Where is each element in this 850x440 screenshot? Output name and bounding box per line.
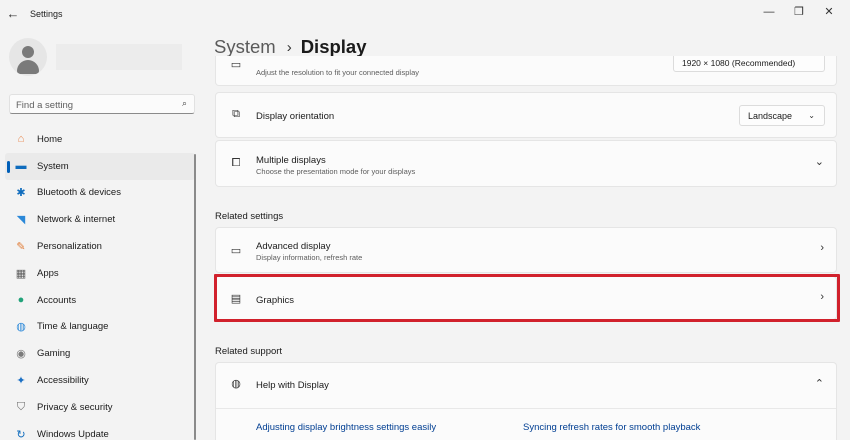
orientation-value: Landscape [748, 111, 793, 121]
profile-name-placeholder [56, 44, 182, 70]
sidebar-item-label: Gaming [37, 348, 71, 360]
sidebar-item-label: Windows Update [37, 428, 109, 440]
app-title: Settings [30, 9, 63, 19]
chevron-right-icon: › [820, 291, 824, 303]
graphics-card-icon: ▤ [230, 293, 242, 305]
apps-icon: ▦ [15, 267, 27, 280]
graphics-title: Graphics [256, 295, 295, 306]
help-link-brightness[interactable]: Adjusting display brightness settings ea… [256, 422, 436, 433]
brush-icon: ✎ [16, 241, 26, 254]
sidebar-item-personalization[interactable]: ✎ Personalization [0, 233, 197, 260]
breadcrumb: System › Display [214, 36, 367, 58]
sidebar-item-label: Accessibility [37, 375, 89, 387]
update-icon: ↻ [16, 428, 26, 440]
sidebar-item-windows-update[interactable]: ↻ Windows Update [0, 421, 197, 440]
search-input[interactable] [10, 96, 170, 115]
related-settings-heading: Related settings [215, 211, 284, 222]
globe-icon: ◍ [16, 321, 26, 334]
sidebar-item-gaming[interactable]: ◉ Gaming [0, 340, 197, 367]
avatar[interactable] [9, 38, 47, 76]
accessibility-icon: ✦ [16, 375, 26, 388]
resolution-subtitle: Adjust the resolution to fit your connec… [256, 68, 420, 77]
sidebar-item-time-language[interactable]: ◍ Time & language [0, 314, 197, 341]
sidebar-item-system[interactable]: ▬ System [5, 152, 195, 180]
chevron-down-icon[interactable]: ⌄ [815, 155, 824, 168]
multiple-displays-icon: ⧠ [231, 157, 241, 169]
wifi-icon: ◥ [16, 214, 26, 227]
multiple-displays-card[interactable]: ⧠ Multiple displays Choose the presentat… [215, 140, 837, 187]
resolution-icon: ▭ [230, 59, 242, 71]
sidebar-item-label: Accounts [37, 294, 77, 306]
sidebar-item-label: Privacy & security [37, 401, 113, 413]
advanced-display-title: Advanced display [256, 241, 331, 252]
multiple-displays-title: Multiple displays [256, 155, 326, 166]
sidebar-item-home[interactable]: ⌂ Home [0, 126, 197, 153]
orientation-title: Display orientation [256, 111, 335, 122]
display-resolution-card: ▭ Adjust the resolution to fit your conn… [215, 56, 837, 86]
system-icon: ▬ [15, 160, 27, 173]
sidebar-item-label: Bluetooth & devices [37, 187, 121, 199]
graphics-card[interactable]: ▤ Graphics › [215, 276, 837, 320]
related-support-heading: Related support [215, 346, 283, 357]
orientation-icon: ⧉ [232, 108, 240, 120]
sidebar-item-privacy[interactable]: ⛉ Privacy & security [0, 394, 197, 421]
sidebar-item-accounts[interactable]: ● Accounts [0, 287, 197, 314]
chevron-up-icon[interactable]: ⌃ [815, 377, 824, 390]
sidebar-item-label: Personalization [37, 241, 102, 253]
sidebar-item-bluetooth[interactable]: ✱ Bluetooth & devices [0, 180, 197, 207]
chevron-down-icon: ⌄ [808, 111, 815, 120]
page-title: Display [300, 36, 367, 57]
breadcrumb-parent[interactable]: System [214, 36, 276, 58]
sidebar-item-network[interactable]: ◥ Network & internet [0, 206, 197, 233]
sidebar-item-label: Time & language [37, 321, 109, 333]
breadcrumb-separator: › [286, 38, 292, 56]
sidebar-item-label: Home [37, 133, 63, 145]
sidebar-item-accessibility[interactable]: ✦ Accessibility [0, 367, 197, 394]
display-orientation-card: ⧉ Display orientation Landscape ⌄ [215, 92, 837, 138]
sidebar-item-label: Apps [37, 267, 59, 279]
minimize-button[interactable]: — [754, 2, 784, 22]
multiple-displays-subtitle: Choose the presentation mode for your di… [256, 167, 416, 176]
search-box[interactable]: ⌕ [9, 94, 195, 115]
window-controls: — ❐ ✕ [754, 2, 844, 22]
sidebar-item-label: System [37, 160, 69, 172]
back-button[interactable]: ← [4, 4, 22, 24]
maximize-button[interactable]: ❐ [784, 2, 814, 22]
orientation-dropdown[interactable]: Landscape ⌄ [739, 105, 825, 126]
avatar-head [22, 46, 34, 58]
sidebar-item-label: Network & internet [37, 214, 116, 226]
resolution-dropdown[interactable]: 1920 × 1080 (Recommended) [673, 56, 825, 72]
search-icon[interactable]: ⌕ [182, 98, 187, 109]
bluetooth-icon: ✱ [16, 187, 26, 200]
sidebar-item-apps[interactable]: ▦ Apps [0, 260, 197, 287]
shield-icon: ⛉ [16, 400, 26, 413]
globe-icon: ◍ [231, 378, 241, 390]
home-icon: ⌂ [17, 133, 25, 146]
chevron-right-icon: › [820, 242, 824, 254]
sidebar-scrollbar[interactable] [194, 154, 196, 440]
title-bar: ← Settings — ❐ ✕ [0, 0, 850, 30]
resolution-value: 1920 × 1080 (Recommended) [682, 58, 796, 68]
advanced-display-subtitle: Display information, refresh rate [256, 253, 363, 262]
accounts-icon: ● [17, 294, 25, 307]
avatar-body [17, 60, 39, 74]
help-link-refresh-rates[interactable]: Syncing refresh rates for smooth playbac… [523, 422, 700, 433]
close-button[interactable]: ✕ [814, 2, 844, 22]
gamepad-icon: ◉ [16, 348, 26, 361]
monitor-icon: ▭ [230, 245, 242, 257]
sidebar-nav: ⌂ Home ▬ System ✱ Bluetooth & devices ◥ … [0, 126, 197, 440]
help-with-display-title: Help with Display [256, 380, 329, 391]
help-divider [216, 408, 836, 409]
advanced-display-card[interactable]: ▭ Advanced display Display information, … [215, 227, 837, 273]
